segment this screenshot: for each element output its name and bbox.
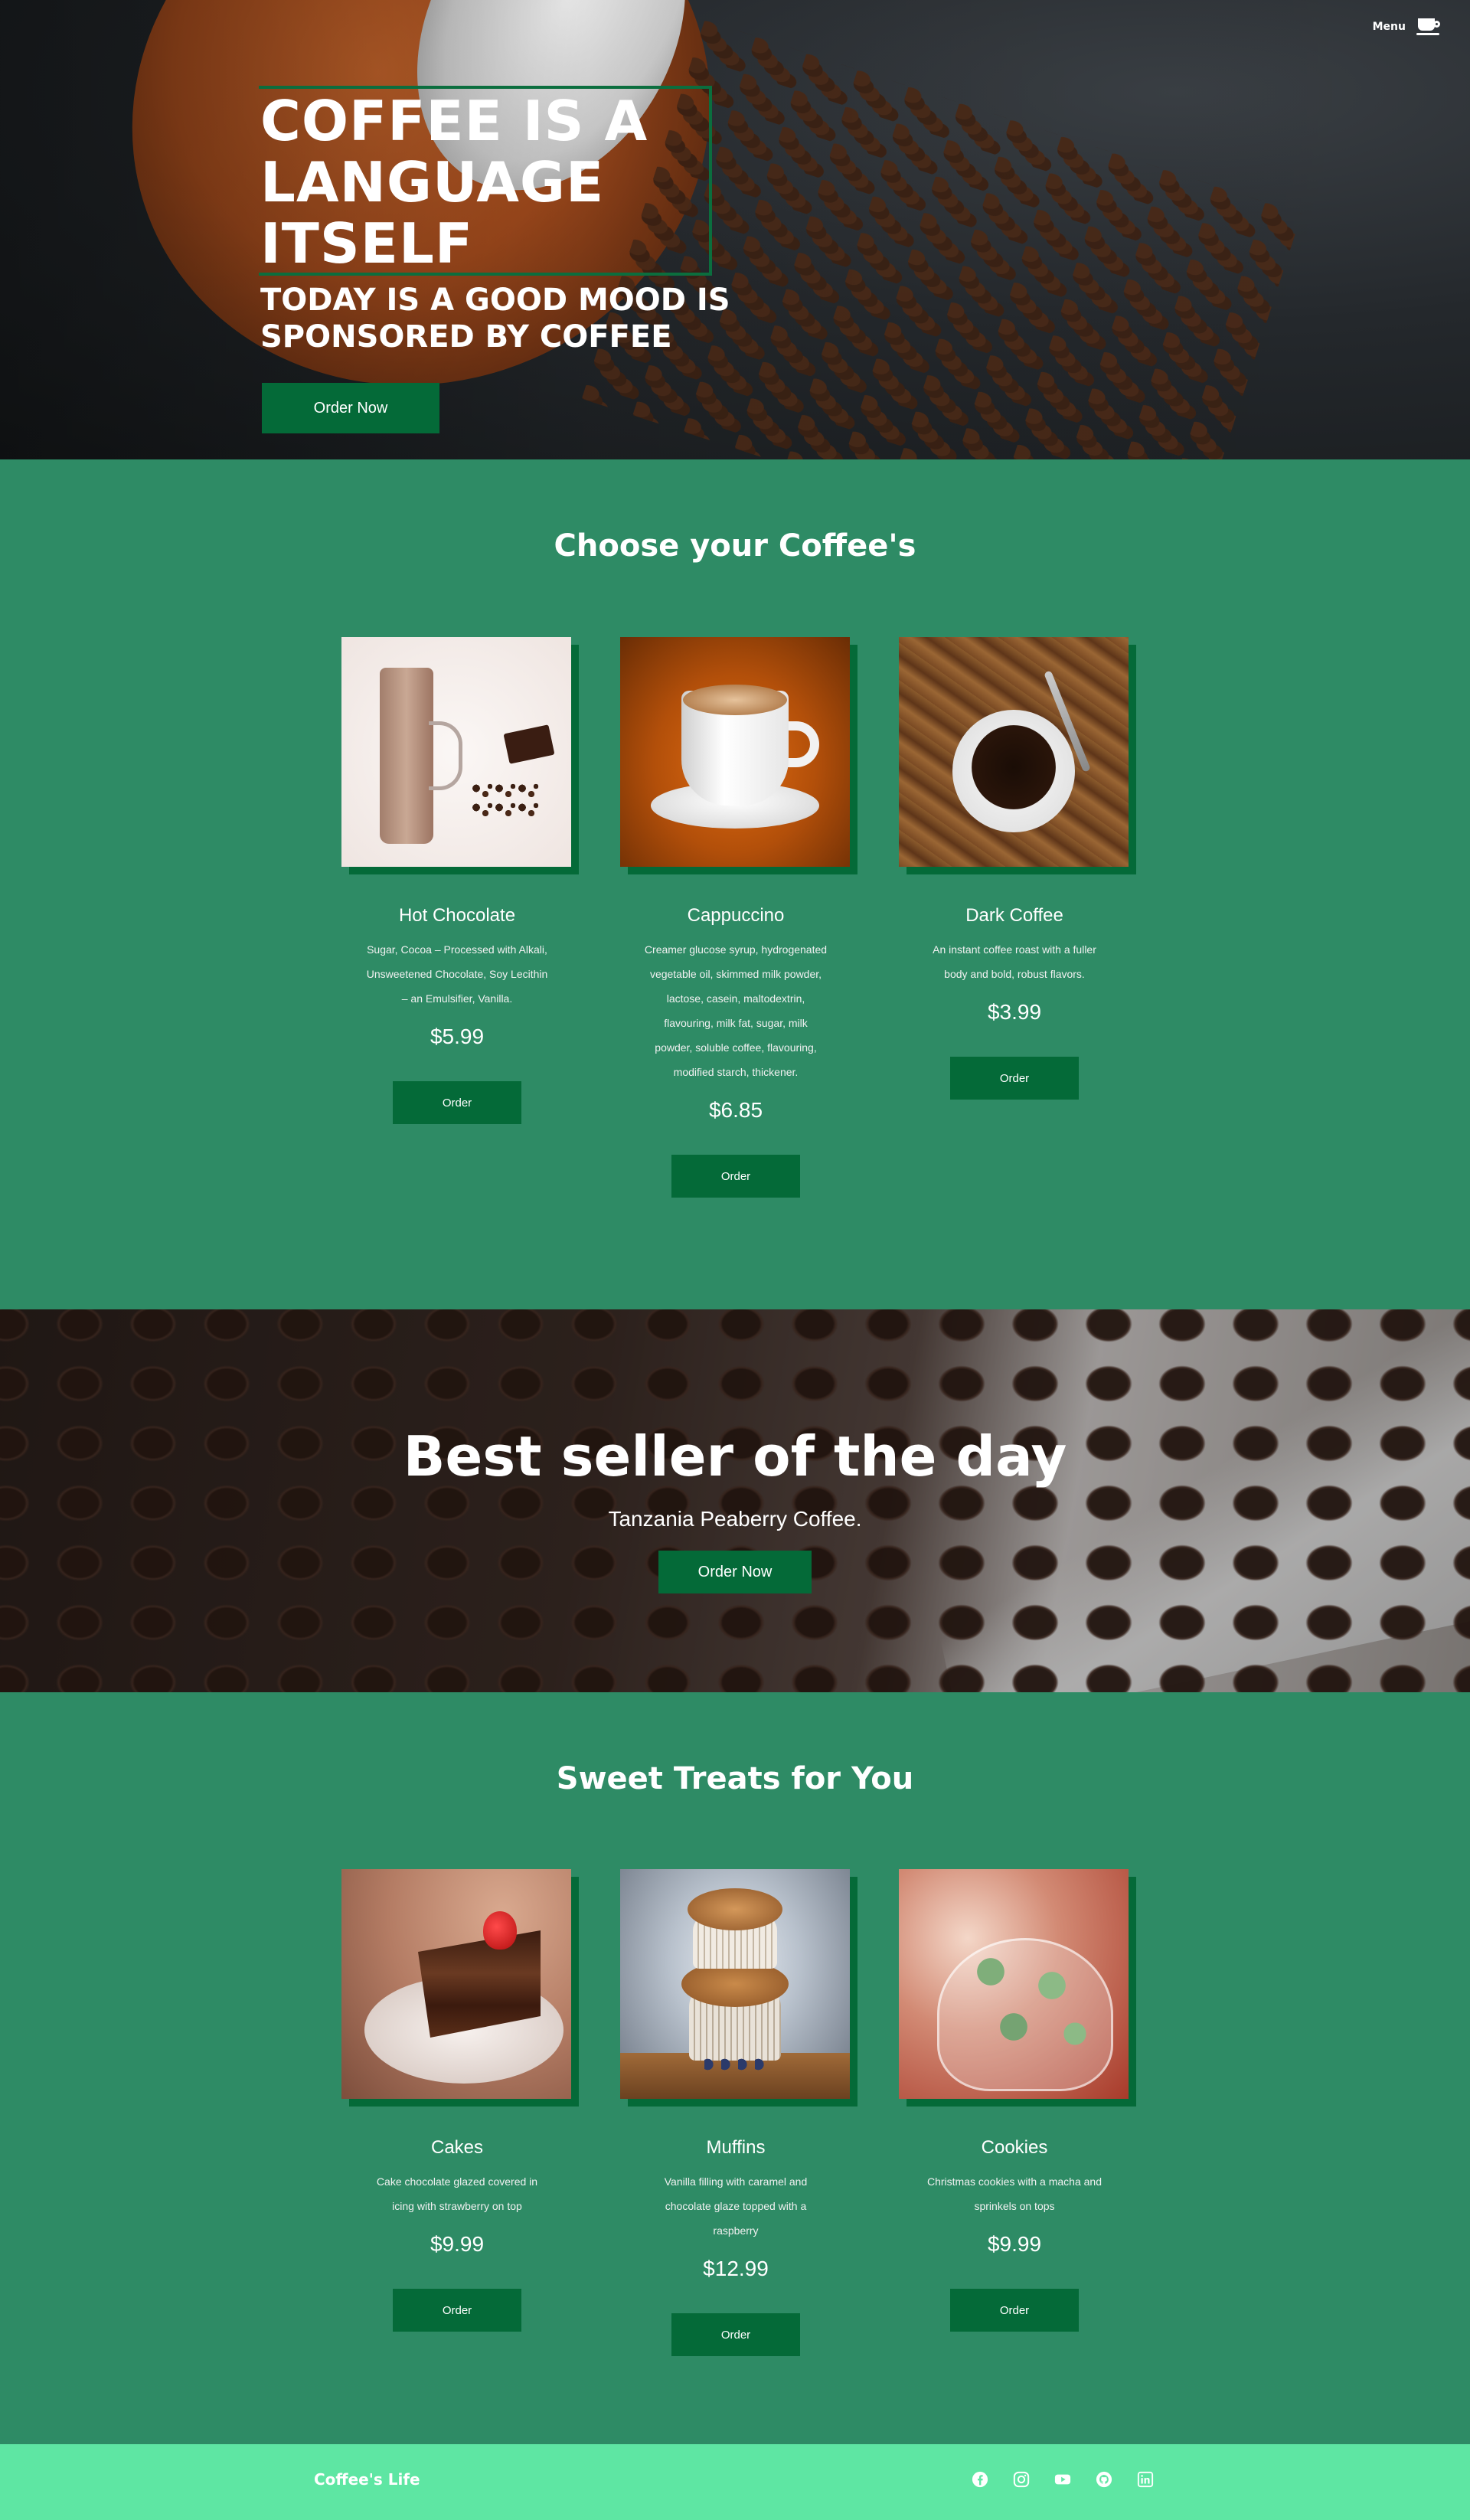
hero-section: Menu COFFEE IS A LANGUAGE ITSELF TODAY I… [0, 0, 1470, 459]
hot-chocolate-image [341, 637, 571, 867]
product-name: Cakes [430, 2137, 484, 2158]
bestseller-order-button[interactable]: Order Now [658, 1551, 812, 1593]
coffees-title: Choose your Coffee's [554, 528, 916, 564]
footer-brand: Coffee's Life [314, 2470, 420, 2489]
product-price: $9.99 [430, 2232, 485, 2256]
treats-title: Sweet Treats for You [556, 1761, 914, 1796]
hero-title: COFFEE IS A LANGUAGE ITSELF [260, 89, 648, 276]
dark-coffee-image [899, 637, 1129, 867]
social-links [971, 2470, 1155, 2489]
product-name: Hot Chocolate [398, 905, 516, 926]
product-name: Dark Coffee [965, 905, 1063, 926]
linkedin-icon[interactable] [1136, 2470, 1155, 2489]
treat-card-muffins: Muffins Vanilla filling with caramel and… [617, 1869, 854, 2356]
product-price: $6.85 [708, 1098, 763, 1122]
product-name: Cookies [981, 2137, 1048, 2158]
bestseller-section: Best seller of the day Tanzania Peaberry… [0, 1309, 1470, 1692]
order-button[interactable]: Order [950, 2289, 1079, 2332]
coffee-card-cappuccino: Cappuccino Creamer glucose syrup, hydrog… [617, 637, 854, 1198]
hero-order-button[interactable]: Order Now [262, 383, 439, 433]
coffee-card-dark-coffee: Dark Coffee An instant coffee roast with… [896, 637, 1133, 1100]
treat-card-cakes: Cakes Cake chocolate glazed covered in i… [338, 1869, 576, 2332]
product-description: An instant coffee roast with a fuller bo… [933, 943, 1096, 980]
hero-subtitle: TODAY IS A GOOD MOOD IS SPONSORED BY COF… [260, 283, 730, 355]
facebook-icon[interactable] [971, 2470, 989, 2489]
product-price: $5.99 [430, 1025, 485, 1048]
muffin-image [620, 1869, 850, 2099]
order-button[interactable]: Order [393, 1081, 521, 1124]
product-description: Christmas cookies with a macha and sprin… [927, 2175, 1102, 2212]
order-button[interactable]: Order [950, 1057, 1079, 1100]
instagram-icon[interactable] [1012, 2470, 1031, 2489]
product-description: Creamer glucose syrup, hydrogenated vege… [644, 943, 828, 1078]
product-description: Vanilla filling with caramel and chocola… [664, 2175, 808, 2237]
coffee-cup-icon [1416, 17, 1442, 37]
product-description: Cake chocolate glazed covered in icing w… [376, 2175, 538, 2212]
product-price: $12.99 [703, 2257, 769, 2280]
menu-label: Menu [1372, 21, 1406, 33]
product-name: Muffins [706, 2137, 766, 2158]
product-price: $3.99 [987, 1000, 1042, 1024]
bestseller-title: Best seller of the day [403, 1424, 1067, 1489]
order-button[interactable]: Order [393, 2289, 521, 2332]
coffee-card-hot-chocolate: Hot Chocolate Sugar, Cocoa – Processed w… [338, 637, 576, 1124]
github-icon[interactable] [1095, 2470, 1113, 2489]
youtube-icon[interactable] [1054, 2470, 1072, 2489]
bestseller-product: Tanzania Peaberry Coffee. [608, 1507, 862, 1531]
order-button[interactable]: Order [671, 1155, 800, 1198]
product-price: $9.99 [987, 2232, 1042, 2256]
product-description: Sugar, Cocoa – Processed with Alkali, Un… [366, 943, 548, 1005]
cake-image [341, 1869, 571, 2099]
treat-card-cookies: Cookies Christmas cookies with a macha a… [896, 1869, 1133, 2332]
menu-button[interactable]: Menu [1373, 17, 1442, 37]
footer: Coffee's Life [0, 2444, 1470, 2520]
order-button[interactable]: Order [671, 2313, 800, 2356]
cappuccino-image [620, 637, 850, 867]
product-name: Cappuccino [687, 905, 785, 926]
cookies-image [899, 1869, 1129, 2099]
